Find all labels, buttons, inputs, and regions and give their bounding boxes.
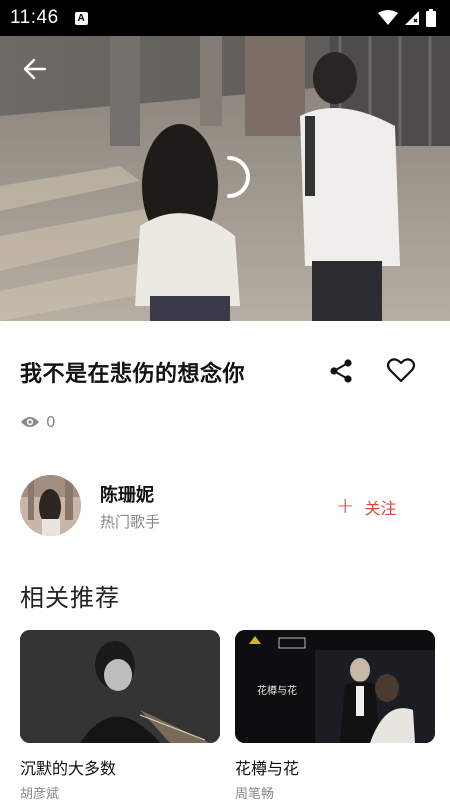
card-title: 沉默的大多数 (20, 759, 117, 778)
plus-icon: + (336, 494, 355, 519)
card-artist: 周笔畅 (235, 787, 275, 800)
arrow-left-icon (23, 58, 47, 80)
signal-icon (405, 11, 419, 25)
follow-label: 关注 (364, 499, 397, 518)
eye-icon (21, 417, 39, 427)
heart-icon[interactable] (386, 355, 416, 385)
thumbnail-caption: 花樽与花 (257, 686, 297, 697)
view-count: 0 (20, 413, 56, 431)
status-bar: 11:46 A (0, 0, 450, 36)
recommend-card[interactable]: 花樽与花 花樽与花 周笔畅 (235, 630, 435, 800)
avatar[interactable] (20, 475, 81, 536)
back-button[interactable] (20, 54, 50, 84)
wifi-icon (378, 10, 398, 25)
battery-icon (426, 9, 436, 27)
spinner-icon (227, 156, 250, 198)
view-count-value: 0 (46, 413, 56, 431)
section-title: 相关推荐 (20, 584, 120, 612)
song-title: 我不是在悲伤的想念你 (20, 362, 246, 387)
card-artist: 胡彦斌 (20, 787, 60, 800)
status-icons (378, 9, 436, 27)
avatar-image (20, 475, 81, 536)
artist-subtitle: 热门歌手 (100, 513, 161, 531)
artist-name[interactable]: 陈珊妮 (100, 481, 154, 507)
thumbnail-image (20, 630, 220, 743)
recommend-card[interactable]: 沉默的大多数 胡彦斌 (20, 630, 220, 800)
card-thumbnail (20, 630, 220, 743)
song-header: 我不是在悲伤的想念你 (20, 352, 430, 392)
notification-icon: A (74, 11, 88, 25)
status-time: 11:46 (10, 7, 59, 28)
card-title: 花樽与花 (235, 759, 300, 778)
video-player[interactable] (0, 36, 450, 321)
artist-row: 陈珊妮 热门歌手 + 关注 (20, 475, 430, 537)
follow-button[interactable]: + 关注 (336, 495, 396, 519)
share-icon[interactable] (326, 356, 356, 386)
card-thumbnail: 花樽与花 (235, 630, 435, 743)
